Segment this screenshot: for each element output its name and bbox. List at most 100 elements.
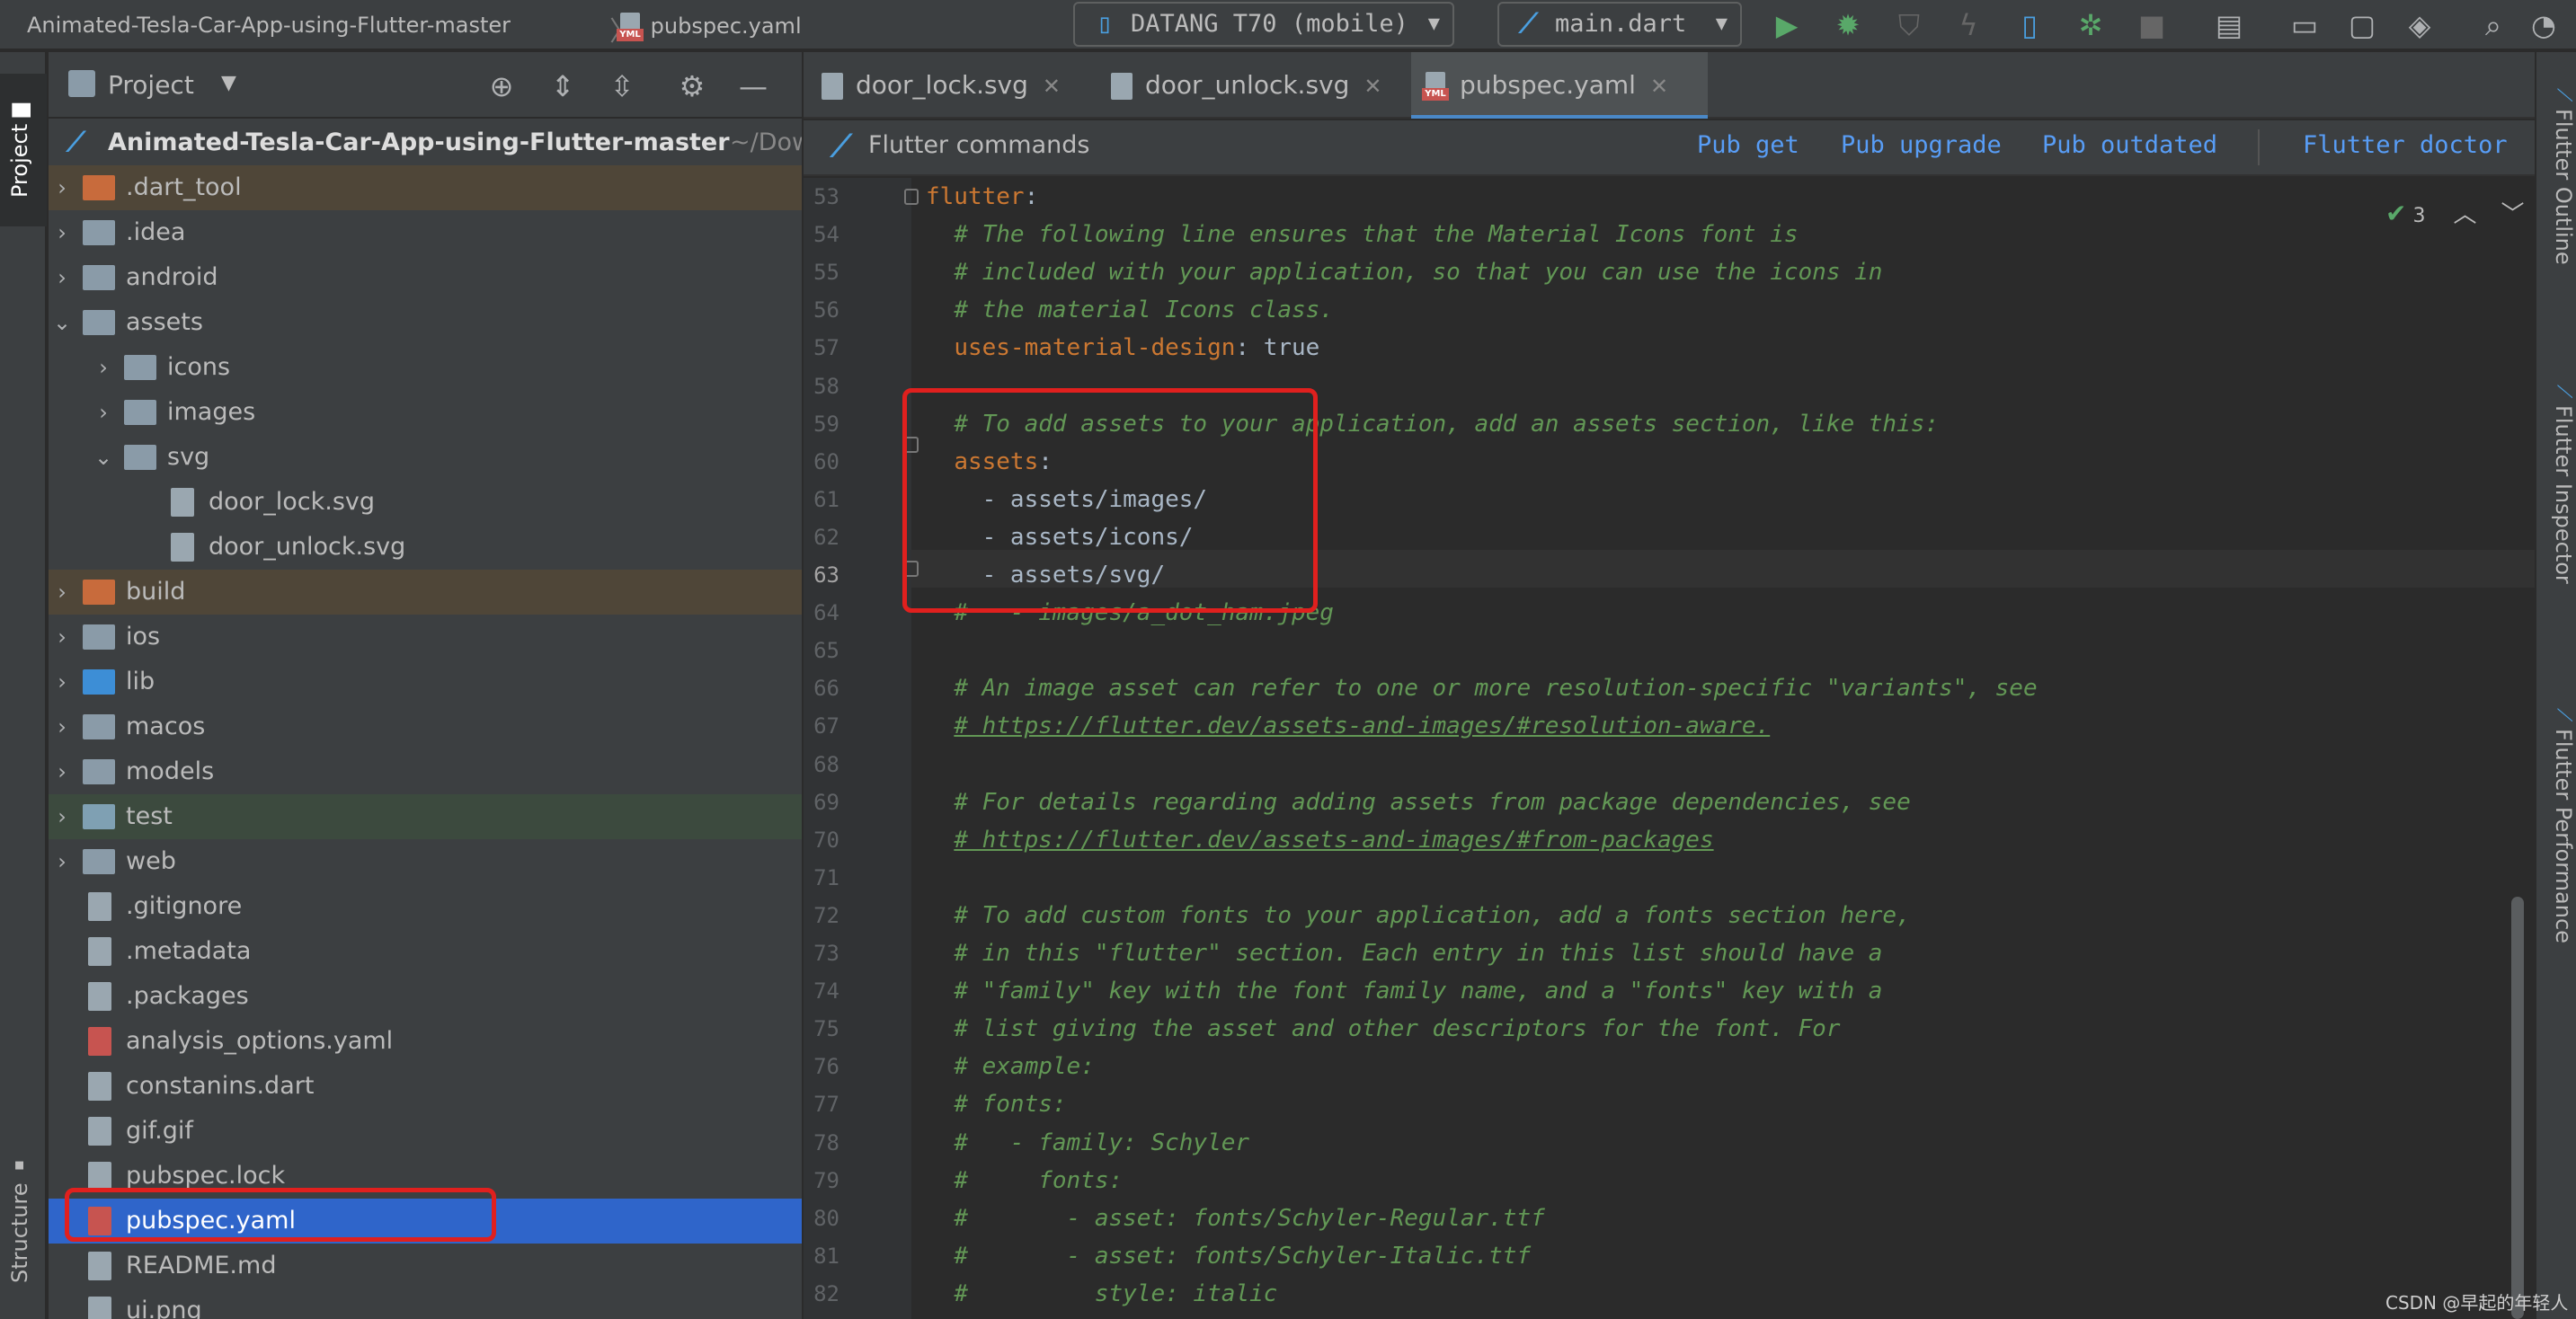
code-line[interactable]: # An image asset can refer to one or mor…	[926, 669, 2037, 707]
tree-item-door-unlock-svg[interactable]: door_unlock.svg	[49, 525, 802, 570]
close-icon[interactable]: ✕	[1650, 74, 1668, 99]
tab-flutter-inspector[interactable]: ⟋ Flutter Inspector	[2540, 385, 2576, 584]
tree-item-ui-png[interactable]: ui.png	[49, 1288, 802, 1319]
code-line[interactable]: # To add custom fonts to your applicatio…	[926, 897, 1910, 934]
chevron-right-icon[interactable]: ›	[49, 794, 76, 839]
code-line[interactable]: # included with your application, so tha…	[926, 253, 1882, 291]
chevron-down-icon[interactable]: ▼	[221, 72, 236, 94]
tree-item-assets[interactable]: ⌄ assets	[49, 300, 802, 345]
code-line[interactable]: # style: italic	[926, 1275, 1277, 1313]
chevron-down-icon[interactable]: ⌄	[90, 435, 117, 480]
debug-icon[interactable]: ✹	[1832, 9, 1864, 41]
collapse-all-icon[interactable]: ⇳	[604, 68, 640, 104]
chevron-right-icon[interactable]: ›	[49, 210, 76, 255]
coverage-icon[interactable]: ⛉	[1893, 9, 1925, 41]
chevron-right-icon[interactable]: ›	[49, 570, 76, 615]
tree-item-metadata[interactable]: .metadata	[49, 929, 802, 974]
chevron-right-icon[interactable]: ›	[49, 255, 76, 300]
tab-structure[interactable]: Structure ▪	[0, 1121, 47, 1319]
code-line[interactable]: # The following line ensures that the Ma…	[926, 216, 1798, 253]
gear-icon[interactable]: ⚙	[674, 68, 710, 104]
tree-item-images[interactable]: › images	[49, 390, 802, 435]
stop-icon[interactable]: ■	[2136, 9, 2168, 41]
tree-item-test[interactable]: › test	[49, 794, 802, 839]
code-line[interactable]: # list giving the asset and other descri…	[926, 1010, 1840, 1048]
code-line[interactable]: # the material Icons class.	[926, 291, 1334, 329]
tree-item-build[interactable]: › build	[49, 570, 802, 615]
tree-item-macos[interactable]: › macos	[49, 704, 802, 749]
project-panel-title[interactable]: Project	[108, 70, 194, 100]
code-line[interactable]: flutter:	[926, 178, 1038, 216]
chevron-right-icon[interactable]: ›	[49, 749, 76, 794]
pub-get-link[interactable]: Pub get	[1697, 131, 1799, 159]
locate-file-icon[interactable]: ⊕	[484, 68, 520, 104]
chevron-right-icon[interactable]: ›	[49, 165, 76, 210]
tree-item-web[interactable]: › web	[49, 839, 802, 884]
chevron-up-icon[interactable]: ︿	[2453, 201, 2476, 228]
expand-all-icon[interactable]: ⇕	[545, 68, 581, 104]
chevron-down-icon[interactable]: ⌄	[49, 300, 76, 345]
device-manager-icon[interactable]: ▢	[2346, 9, 2378, 41]
project-structure-icon[interactable]: ▤	[2213, 9, 2245, 41]
code-line[interactable]: # "family" key with the font family name…	[926, 972, 1882, 1010]
chevron-down-icon[interactable]: ﹀	[2500, 201, 2524, 228]
chevron-right-icon[interactable]: ›	[90, 390, 117, 435]
tree-item-gif-gif[interactable]: gif.gif	[49, 1109, 802, 1154]
code-line[interactable]: # fonts:	[926, 1085, 1066, 1123]
code-line[interactable]: # example:	[926, 1048, 1095, 1085]
code-line[interactable]: # https://flutter.dev/assets-and-images/…	[926, 821, 1713, 859]
flutter-doctor-link[interactable]: Flutter doctor	[2303, 131, 2508, 159]
code-line[interactable]: # - family: Schyler	[926, 1124, 1249, 1162]
attach-debugger-icon[interactable]: ▯	[2013, 9, 2046, 41]
fold-marker-icon[interactable]	[904, 189, 919, 205]
chevron-right-icon[interactable]: ›	[49, 839, 76, 884]
debug-bug-icon[interactable]: ✲	[2074, 9, 2107, 41]
tree-item-gitignore[interactable]: .gitignore	[49, 884, 802, 929]
tab-pubspec-yaml[interactable]: YML pubspec.yaml ✕	[1411, 52, 1708, 119]
chevron-right-icon[interactable]: ›	[90, 345, 117, 390]
tree-item-models[interactable]: › models	[49, 749, 802, 794]
project-root-row[interactable]: ⟋ Animated-Tesla-Car-App-using-Flutter-m…	[49, 120, 802, 165]
chevron-right-icon[interactable]: ›	[49, 704, 76, 749]
avatar-icon[interactable]: ◔	[2527, 9, 2560, 41]
avd-manager-icon[interactable]: ▭	[2288, 9, 2321, 41]
tab-door-unlock-svg[interactable]: door_unlock.svg ✕	[1102, 52, 1412, 119]
breadcrumb-file[interactable]: YML pubspec.yaml	[617, 13, 802, 41]
run-config-selector[interactable]: ⟋ main.dart ▼	[1497, 2, 1742, 47]
vertical-scrollbar[interactable]	[2511, 897, 2524, 1319]
chevron-right-icon[interactable]: ›	[49, 615, 76, 660]
tab-flutter-performance[interactable]: ⟋ Flutter Performance	[2540, 708, 2576, 943]
code-editor[interactable]: 53 flutter: 54 # The following line ensure…	[804, 178, 2535, 1319]
pub-upgrade-link[interactable]: Pub upgrade	[1841, 131, 2002, 159]
tree-item-door-lock-svg[interactable]: door_lock.svg	[49, 480, 802, 525]
tree-item-ios[interactable]: › ios	[49, 615, 802, 660]
run-icon[interactable]: ▶	[1771, 9, 1803, 41]
tree-item-readme-md[interactable]: README.md	[49, 1244, 802, 1288]
hot-reload-icon[interactable]: ϟ	[1952, 9, 1985, 41]
tree-item-svg[interactable]: ⌄ svg	[49, 435, 802, 480]
device-selector[interactable]: ▯ DATANG T70 (mobile) ▼	[1073, 2, 1454, 47]
code-line[interactable]: # in this "flutter" section. Each entry …	[926, 934, 1882, 972]
tree-item-idea[interactable]: › .idea	[49, 210, 802, 255]
pub-outdated-link[interactable]: Pub outdated	[2042, 131, 2217, 159]
tree-item-lib[interactable]: › lib	[49, 660, 802, 704]
code-line[interactable]: # - asset: fonts/Schyler-Regular.ttf	[926, 1199, 1544, 1237]
tree-item-constanins-dart[interactable]: constanins.dart	[49, 1064, 802, 1109]
tree-item-packages[interactable]: .packages	[49, 974, 802, 1019]
tab-project[interactable]: Project ▇	[0, 74, 47, 226]
search-icon[interactable]: ⌕	[2477, 9, 2509, 41]
chevron-right-icon[interactable]: ›	[49, 660, 76, 704]
hide-panel-icon[interactable]: —	[735, 68, 771, 104]
tree-item-dart-tool[interactable]: › .dart_tool	[49, 165, 802, 210]
tab-door-lock-svg[interactable]: door_lock.svg ✕	[813, 52, 1109, 119]
code-line[interactable]: # For details regarding adding assets fr…	[926, 783, 1910, 821]
tab-flutter-outline[interactable]: ⟋ Flutter Outline	[2540, 88, 2576, 265]
tree-item-analysis-options-yaml[interactable]: analysis_options.yaml	[49, 1019, 802, 1064]
code-line[interactable]: # - asset: fonts/Schyler-Italic.ttf	[926, 1237, 1531, 1275]
code-line[interactable]: uses-material-design: true	[926, 329, 1319, 367]
inspection-widget[interactable]: ✔ 3 ︿ ﹀	[2385, 196, 2525, 229]
breadcrumb-project[interactable]: Animated-Tesla-Car-App-using-Flutter-mas…	[27, 13, 511, 38]
close-icon[interactable]: ✕	[1043, 74, 1061, 99]
sdk-manager-icon[interactable]: ◈	[2403, 9, 2436, 41]
close-icon[interactable]: ✕	[1364, 74, 1381, 99]
